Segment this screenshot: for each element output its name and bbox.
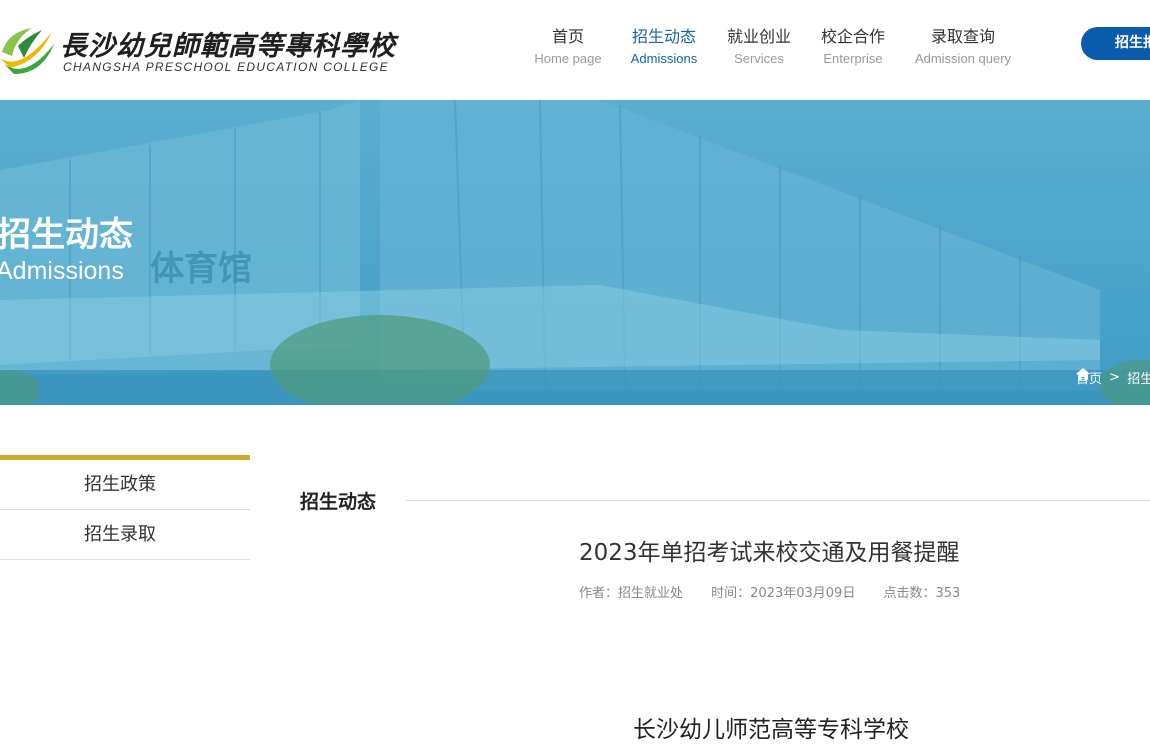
- nav-home[interactable]: 首页 Home page: [533, 26, 603, 68]
- sidebar-item-admission-results[interactable]: 招生录取: [0, 510, 250, 560]
- main-nav: 首页 Home page 招生动态 Admissions 就业创业 Servic…: [0, 26, 1150, 76]
- building-sign: 体育馆: [150, 249, 252, 289]
- page-banner: 体育馆 招生动态 Admissions 首页 > 招生动态: [0, 100, 1150, 405]
- breadcrumb-separator: >: [1109, 370, 1121, 385]
- breadcrumb-current[interactable]: 招生动态: [1127, 372, 1150, 387]
- article-clicks: 点击数：353: [883, 586, 961, 601]
- article-body-heading: 长沙幼儿师范高等专科学校: [633, 717, 909, 743]
- nav-admissions[interactable]: 招生动态 Admissions: [628, 26, 700, 68]
- article-author: 作者：招生就业处: [579, 586, 684, 601]
- article-meta: 作者：招生就业处 时间：2023年03月09日 点击数：353: [579, 582, 984, 601]
- site-header: 長沙幼兒師範高等專科學校 CHANGSHA PRESCHOOL EDUCATIO…: [0, 0, 1150, 100]
- sidebar-item-admission-policy[interactable]: 招生政策: [0, 460, 250, 510]
- section-title: 招生动态: [300, 491, 377, 513]
- banner-subtitle: Admissions: [0, 257, 124, 285]
- enroll-button[interactable]: 招生报名: [1081, 27, 1150, 60]
- article-title: 2023年单招考试来校交通及用餐提醒: [579, 540, 960, 566]
- breadcrumb: 首页 > 招生动态: [1076, 368, 1150, 387]
- nav-services[interactable]: 就业创业 Services: [724, 26, 794, 68]
- nav-admission-query[interactable]: 录取查询 Admission query: [913, 26, 1013, 68]
- banner-title: 招生动态: [0, 215, 133, 255]
- banner-building-illustration: 体育馆: [0, 100, 1150, 405]
- article-time: 时间：2023年03月09日: [711, 586, 856, 601]
- nav-enterprise[interactable]: 校企合作 Enterprise: [818, 26, 888, 68]
- sidebar: 招生政策 招生录取: [0, 455, 250, 560]
- section-divider: [406, 500, 1150, 501]
- home-icon: [1076, 368, 1090, 380]
